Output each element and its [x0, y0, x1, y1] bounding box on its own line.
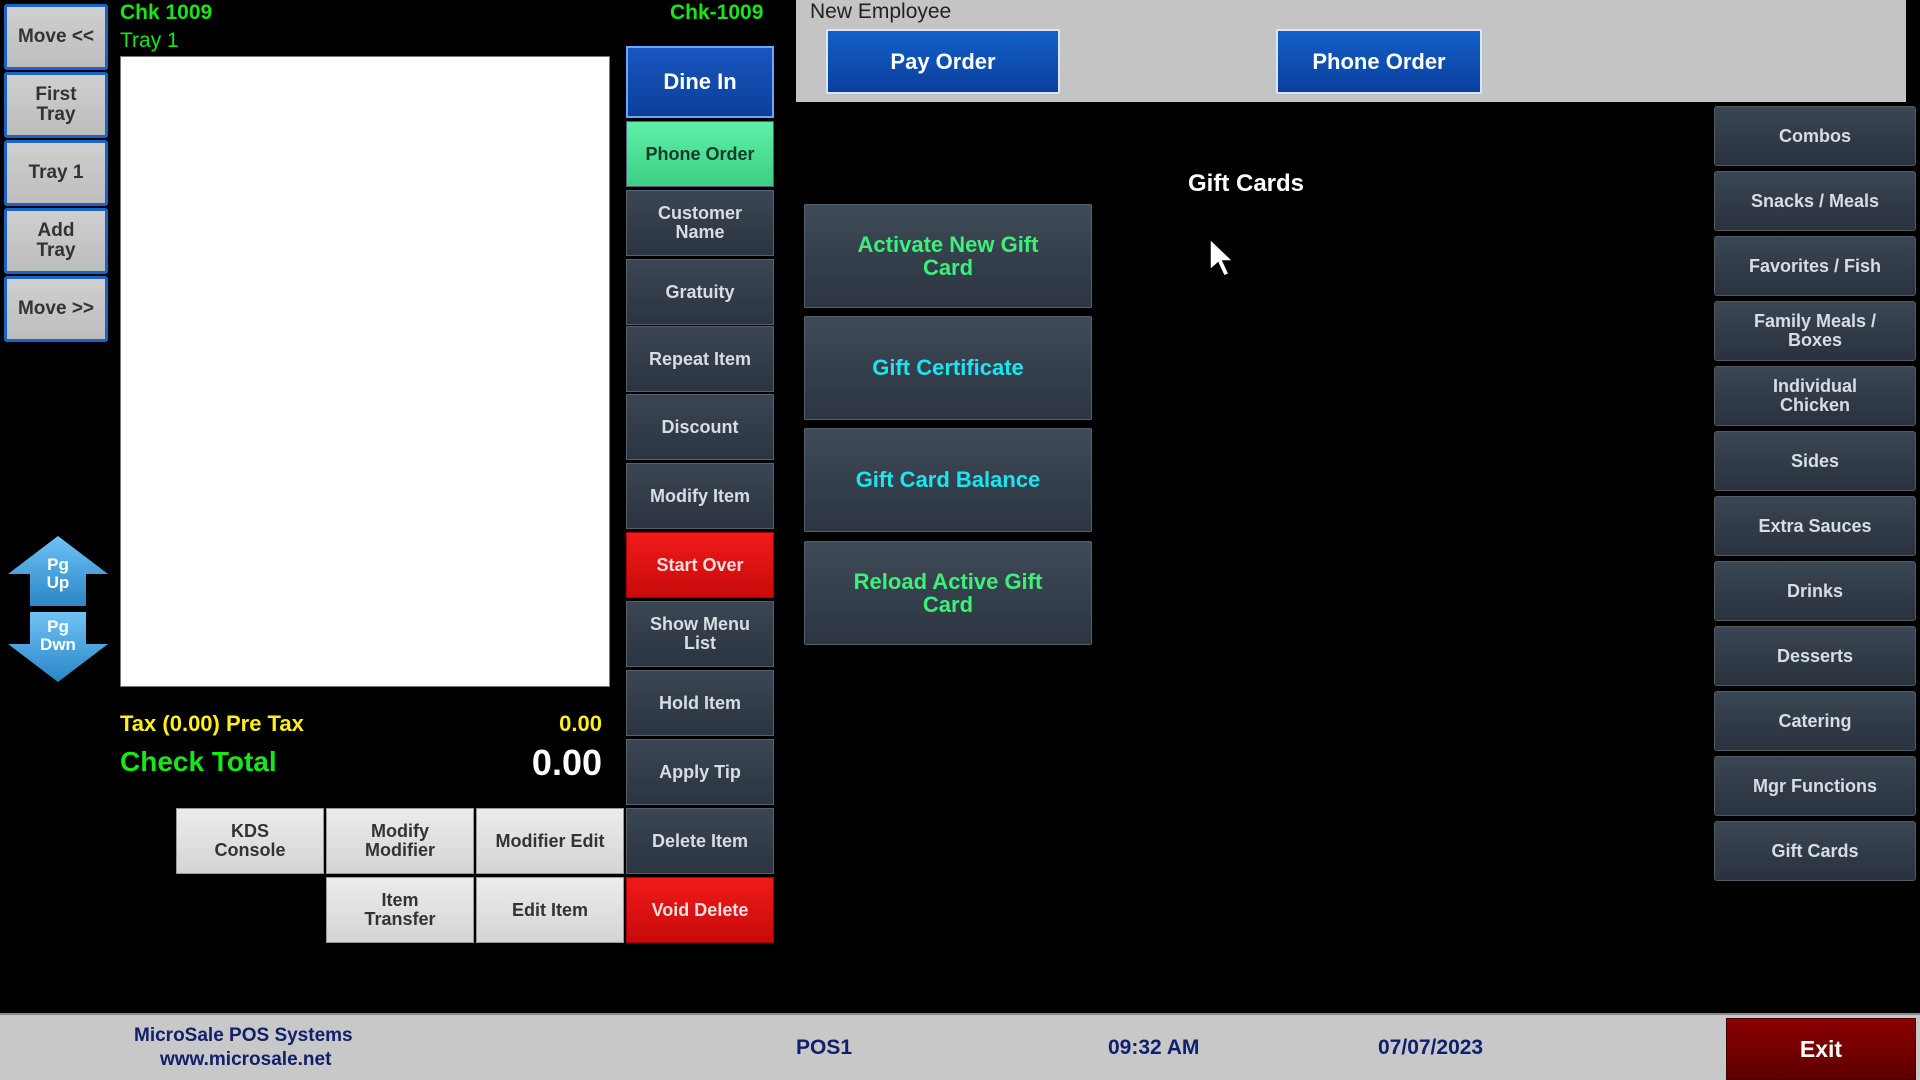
gift-certificate-button[interactable]: Gift Certificate [804, 316, 1092, 420]
status-footer: MicroSale POS Systems www.microsale.net … [0, 1013, 1920, 1080]
category-drinks[interactable]: Drinks [1714, 561, 1916, 621]
apply-tip-button[interactable]: Apply Tip [626, 739, 774, 805]
move-right-button[interactable]: Move >> [4, 276, 108, 342]
category-gift-cards[interactable]: Gift Cards [1714, 821, 1916, 881]
exit-button[interactable]: Exit [1726, 1018, 1916, 1080]
category-mgr-functions[interactable]: Mgr Functions [1714, 756, 1916, 816]
category-catering[interactable]: Catering [1714, 691, 1916, 751]
category-extra-sauces[interactable]: Extra Sauces [1714, 496, 1916, 556]
repeat-item-button[interactable]: Repeat Item [626, 326, 774, 392]
pay-order-button[interactable]: Pay Order [826, 29, 1060, 94]
gift-cards-title: Gift Cards [1188, 170, 1305, 197]
activate-gift-card-button[interactable]: Activate New Gift Card [804, 204, 1092, 308]
edit-item-button[interactable]: Edit Item [476, 877, 624, 943]
modify-item-button[interactable]: Modify Item [626, 463, 774, 529]
check-total-value: 0.00 [531, 742, 602, 783]
tax-label: Tax (0.00) Pre Tax [120, 711, 304, 736]
modifier-edit-button[interactable]: Modifier Edit [476, 808, 624, 874]
tray-1-button[interactable]: Tray 1 [4, 140, 108, 206]
first-tray-button[interactable]: First Tray [4, 72, 108, 138]
employee-name: New Employee [810, 0, 952, 23]
pg-up-label: Pg Up [46, 555, 70, 592]
item-transfer-button[interactable]: Item Transfer [326, 877, 474, 943]
void-delete-button[interactable]: Void Delete [626, 877, 774, 943]
category-snacks-meals[interactable]: Snacks / Meals [1714, 171, 1916, 231]
gift-card-balance-button[interactable]: Gift Card Balance [804, 428, 1092, 532]
customer-name-button[interactable]: Customer Name [626, 190, 774, 256]
mouse-cursor-icon [1209, 238, 1235, 277]
current-date: 07/07/2023 [1378, 1036, 1484, 1059]
category-sides[interactable]: Sides [1714, 431, 1916, 491]
category-individual-chicken[interactable]: Individual Chicken [1714, 366, 1916, 426]
hold-item-button[interactable]: Hold Item [626, 670, 774, 736]
check-id: Chk-1009 [670, 1, 764, 24]
phone-order-tab-button[interactable]: Phone Order [626, 121, 774, 187]
discount-button[interactable]: Discount [626, 394, 774, 460]
category-favorites-fish[interactable]: Favorites / Fish [1714, 236, 1916, 296]
add-tray-button[interactable]: Add Tray [4, 208, 108, 274]
order-header-bar: New Employee Pay Order Phone Order [796, 0, 1906, 102]
show-menu-list-button[interactable]: Show Menu List [626, 601, 774, 667]
check-number: Chk 1009 [120, 1, 213, 24]
tray-label: Tray 1 [120, 29, 179, 52]
start-over-button[interactable]: Start Over [626, 532, 774, 598]
current-time: 09:32 AM [1108, 1036, 1200, 1059]
company-name: MicroSale POS Systems [134, 1025, 353, 1046]
check-total-label: Check Total [120, 746, 277, 777]
tax-value: 0.00 [559, 711, 602, 736]
reload-gift-card-button[interactable]: Reload Active Gift Card [804, 541, 1092, 645]
category-combos[interactable]: Combos [1714, 106, 1916, 166]
pg-up-button[interactable]: Pg Up [6, 534, 110, 608]
gratuity-button[interactable]: Gratuity [626, 259, 774, 325]
category-desserts[interactable]: Desserts [1714, 626, 1916, 686]
kds-console-button[interactable]: KDS Console [176, 808, 324, 874]
move-left-button[interactable]: Move << [4, 4, 108, 70]
pg-down-button[interactable]: Pg Dwn [6, 610, 110, 684]
modify-modifier-button[interactable]: Modify Modifier [326, 808, 474, 874]
phone-order-button[interactable]: Phone Order [1276, 29, 1482, 94]
dine-in-button[interactable]: Dine In [626, 46, 774, 118]
pg-down-label: Pg Dwn [40, 617, 76, 654]
check-items-list[interactable] [120, 56, 610, 687]
category-family-meals-boxes[interactable]: Family Meals / Boxes [1714, 301, 1916, 361]
station-name: POS1 [796, 1036, 853, 1059]
delete-item-button[interactable]: Delete Item [626, 808, 774, 874]
company-website: www.microsale.net [160, 1049, 332, 1070]
